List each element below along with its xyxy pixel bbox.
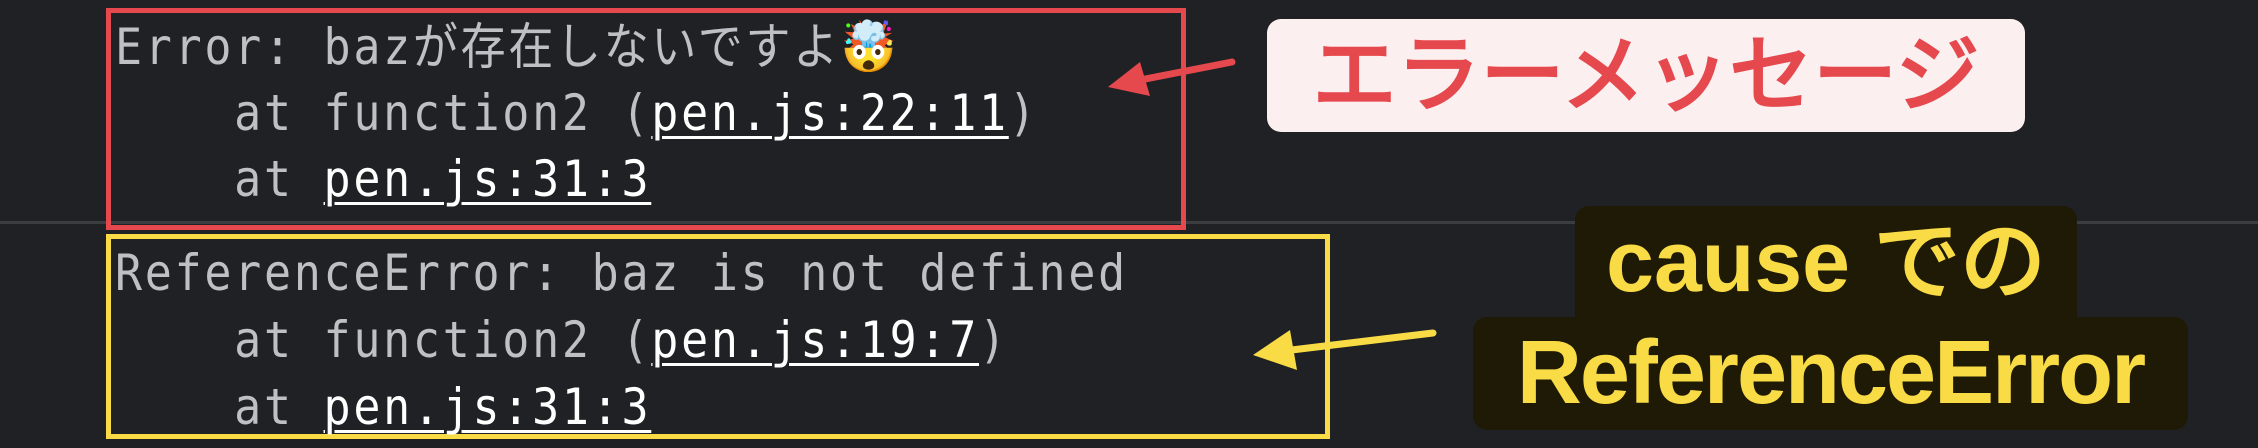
yellow-arrow-icon [1253,329,1437,370]
annotation-arrows [1108,58,1437,370]
red-arrow-icon [1108,58,1236,96]
